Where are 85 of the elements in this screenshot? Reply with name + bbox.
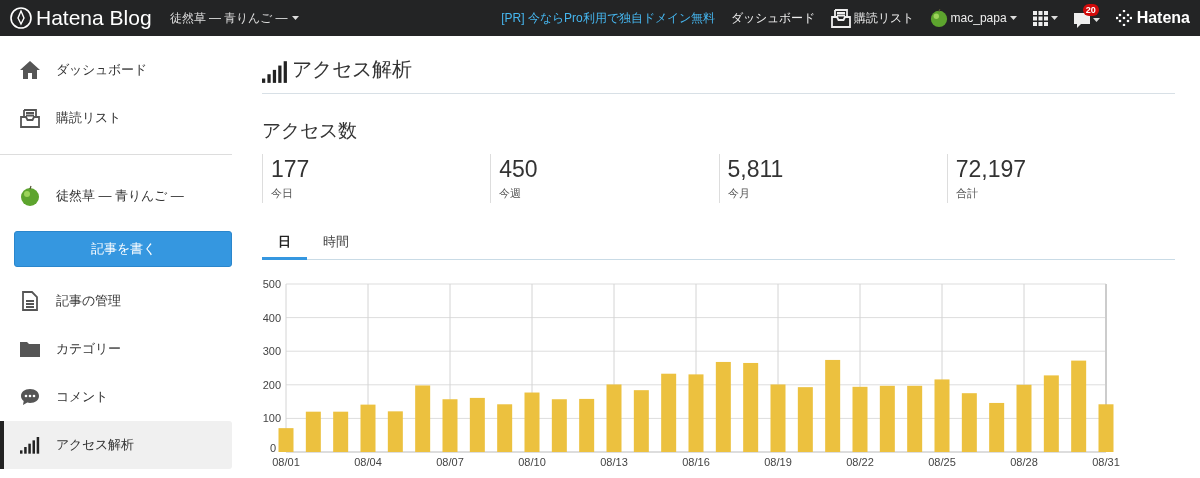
home-icon <box>20 61 40 79</box>
signal-bars-icon <box>262 60 288 83</box>
chart-bar <box>606 384 622 452</box>
speech-bubble-icon <box>20 388 40 406</box>
dots-logo-icon <box>1115 10 1132 26</box>
chart-bar <box>797 387 813 452</box>
chart-bar <box>633 390 649 452</box>
axis-label: 08/10 <box>518 456 546 468</box>
dashboard-link[interactable]: ダッシュボード <box>730 8 815 28</box>
axis-label: 08/19 <box>764 456 792 468</box>
axis-label: 08/04 <box>354 456 382 468</box>
envelope-icon <box>830 8 851 28</box>
apple-avatar-icon <box>929 9 948 27</box>
axis-label: 08/25 <box>928 456 956 468</box>
reading-list-link[interactable]: 購読リスト <box>830 8 914 28</box>
sidebar-item[interactable]: コメント <box>0 373 232 421</box>
blog-link[interactable]: 徒然草 — 青りんご — <box>0 167 232 225</box>
stat-label: 合計 <box>955 186 979 201</box>
brand-logo[interactable]: Hatena <box>1136 9 1190 27</box>
chart-bar <box>551 399 567 452</box>
envelope-icon <box>20 108 40 128</box>
chart-bar <box>579 398 595 452</box>
chart-bar <box>1098 404 1114 452</box>
chart-bar <box>278 428 294 452</box>
chart-bar <box>852 386 868 452</box>
sidebar-item[interactable]: アクセス解析 <box>0 421 232 469</box>
apple-avatar-icon <box>20 185 40 207</box>
tab[interactable]: 日 <box>262 227 307 260</box>
axis-label: 08/22 <box>846 456 874 468</box>
apps-menu[interactable] <box>1032 10 1058 26</box>
sidebar-item[interactable]: ダッシュボード <box>0 46 232 94</box>
stat-value: 5,811 <box>727 156 785 183</box>
axis-label: 08/31 <box>1092 456 1120 468</box>
axis-label: 400 <box>262 311 281 324</box>
section-title: アクセス数 <box>262 119 358 143</box>
chart-bar <box>360 404 376 452</box>
tab[interactable]: 時間 <box>307 227 365 260</box>
sidebar-item[interactable]: カテゴリー <box>0 325 232 373</box>
axis-label: 08/13 <box>600 456 628 468</box>
axis-label: 500 <box>262 278 281 290</box>
chart-bar <box>497 404 513 452</box>
axis-label: 0 <box>269 442 276 454</box>
blog-menu[interactable]: 徒然草 — 青りんご — <box>169 9 299 27</box>
stat-value: 450 <box>499 156 539 183</box>
axis-label: 08/01 <box>272 456 300 468</box>
axis-label: 08/16 <box>682 456 710 468</box>
sidebar-item[interactable]: 記事の管理 <box>0 277 232 325</box>
chart-bar <box>879 385 895 452</box>
chart-bar <box>1016 384 1032 452</box>
notification-badge: 20 <box>1082 3 1099 16</box>
stat-label: 今日 <box>271 186 294 201</box>
page-title: アクセス解析 <box>292 57 412 82</box>
caret-icon <box>1009 15 1017 21</box>
sidebar-item[interactable]: 購読リスト <box>0 94 232 142</box>
caret-icon <box>291 15 299 21</box>
chart-bar <box>442 399 458 452</box>
pen-nib-icon <box>10 7 32 29</box>
promo-link[interactable]: [PR] 今ならPro利用で独自ドメイン無料 <box>501 9 715 27</box>
axis-label: 300 <box>262 345 281 358</box>
user-menu[interactable]: mac_papa <box>929 9 1017 27</box>
speech-bubble-icon <box>1073 12 1090 28</box>
chart-bar <box>989 402 1005 452</box>
stat-label: 今週 <box>499 186 523 201</box>
axis-label: 08/07 <box>436 456 464 468</box>
axis-label: 200 <box>262 378 281 391</box>
chart-bar <box>333 411 349 452</box>
document-icon <box>22 291 38 311</box>
site-logo[interactable]: Hatena Blog <box>36 6 152 30</box>
signal-bars-icon <box>20 435 40 455</box>
folder-icon <box>20 341 40 357</box>
chart-bar <box>415 385 431 452</box>
axis-label: 100 <box>262 412 281 425</box>
caret-icon <box>1050 15 1058 21</box>
chart-bar <box>961 393 977 452</box>
grid-icon <box>1032 10 1048 26</box>
stat-value: 177 <box>271 156 311 183</box>
chart-bar <box>524 392 540 452</box>
axis-label: 08/28 <box>1010 456 1038 468</box>
chart-bar <box>907 385 923 452</box>
chart-bar <box>469 397 485 452</box>
chart-bar <box>387 411 403 452</box>
stat-value: 72,197 <box>955 156 1028 183</box>
stat-label: 今月 <box>727 186 751 201</box>
chart-bar <box>305 411 321 452</box>
chart-bar <box>770 384 786 452</box>
